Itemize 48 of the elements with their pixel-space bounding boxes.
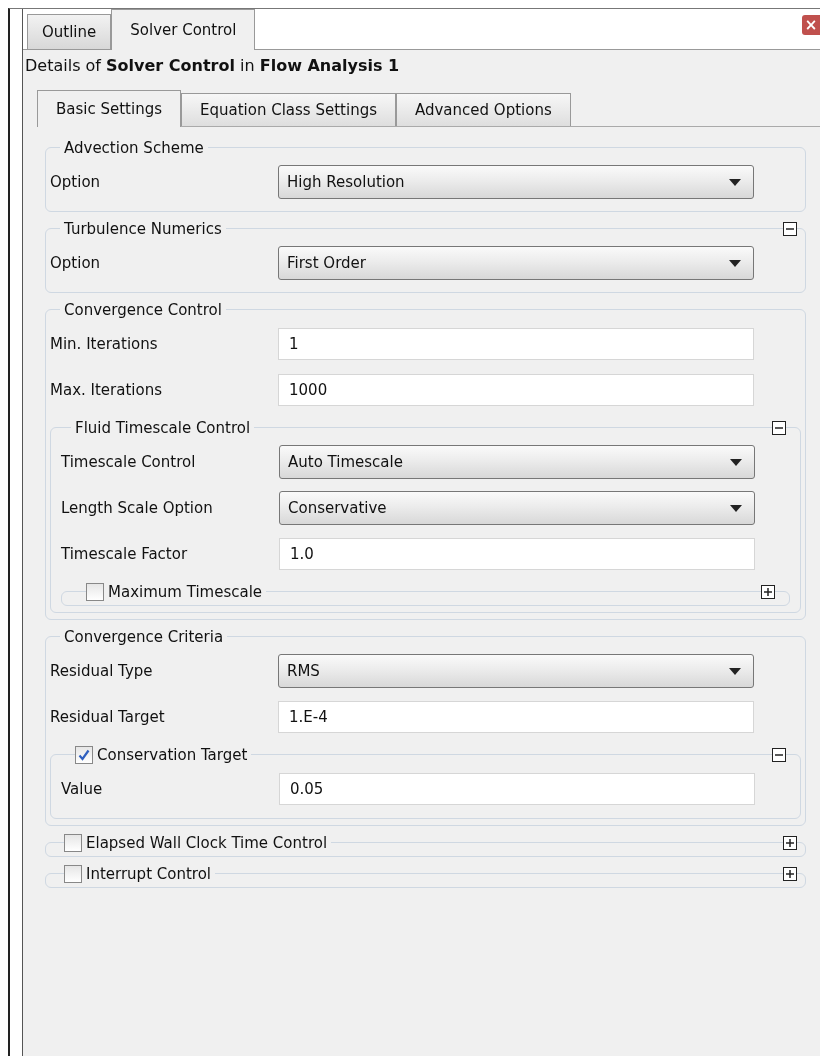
collapse-icon[interactable] <box>783 222 797 236</box>
caret-icon <box>730 504 742 512</box>
collapse-icon[interactable] <box>772 421 786 435</box>
dropdown[interactable]: High Resolution <box>278 165 754 199</box>
checkbox[interactable] <box>64 834 82 852</box>
checkbox[interactable] <box>75 746 93 764</box>
field-label: Min. Iterations <box>50 335 159 353</box>
settings-tab[interactable]: Basic Settings <box>37 90 181 127</box>
field-label: Residual Type <box>50 662 154 680</box>
caret-icon <box>729 259 741 267</box>
group-title: Convergence Criteria <box>60 628 228 646</box>
group-title: Conservation Target <box>93 746 252 764</box>
input-field[interactable]: 1000 <box>278 374 754 406</box>
expand-icon[interactable] <box>783 836 797 850</box>
group-title: Convergence Control <box>60 301 226 319</box>
field-label: Length Scale Option <box>61 499 214 517</box>
check-icon <box>78 749 90 761</box>
caret-icon <box>730 458 742 466</box>
field-label: Timescale Control <box>61 453 197 471</box>
caret-icon <box>729 667 741 675</box>
group-title: Elapsed Wall Clock Time Control <box>82 834 332 852</box>
caret-icon <box>729 178 741 186</box>
field-label: Timescale Factor <box>61 545 189 563</box>
input-field[interactable]: 1 <box>278 328 754 360</box>
checkbox[interactable] <box>86 583 104 601</box>
dropdown[interactable]: RMS <box>278 654 754 688</box>
panel-tab[interactable]: Solver Control <box>111 9 256 50</box>
input-field[interactable]: 1.0 <box>279 538 755 570</box>
expand-icon[interactable] <box>783 867 797 881</box>
input-field[interactable]: 0.05 <box>279 773 755 805</box>
details-heading: Details of Solver Control in Flow Analysis 1 <box>24 55 401 77</box>
settings-tab[interactable]: Equation Class Settings <box>181 93 396 126</box>
settings-tab[interactable]: Advanced Options <box>395 93 571 126</box>
field-label: Value <box>61 780 104 798</box>
field-label: Option <box>50 173 102 191</box>
collapse-icon[interactable] <box>772 748 786 762</box>
field-label: Residual Target <box>50 708 166 726</box>
field-label: Max. Iterations <box>50 381 163 399</box>
group-title: Interrupt Control <box>82 865 215 883</box>
dropdown[interactable]: First Order <box>278 246 754 280</box>
dropdown[interactable]: Auto Timescale <box>279 445 755 479</box>
expand-icon[interactable] <box>761 585 775 599</box>
field-label: Option <box>50 254 102 272</box>
panel-tab[interactable]: Outline <box>27 14 112 49</box>
checkbox[interactable] <box>64 865 82 883</box>
dropdown[interactable]: Conservative <box>279 491 755 525</box>
input-field[interactable]: 1.E-4 <box>278 701 754 733</box>
close-button[interactable]: × <box>802 15 820 35</box>
